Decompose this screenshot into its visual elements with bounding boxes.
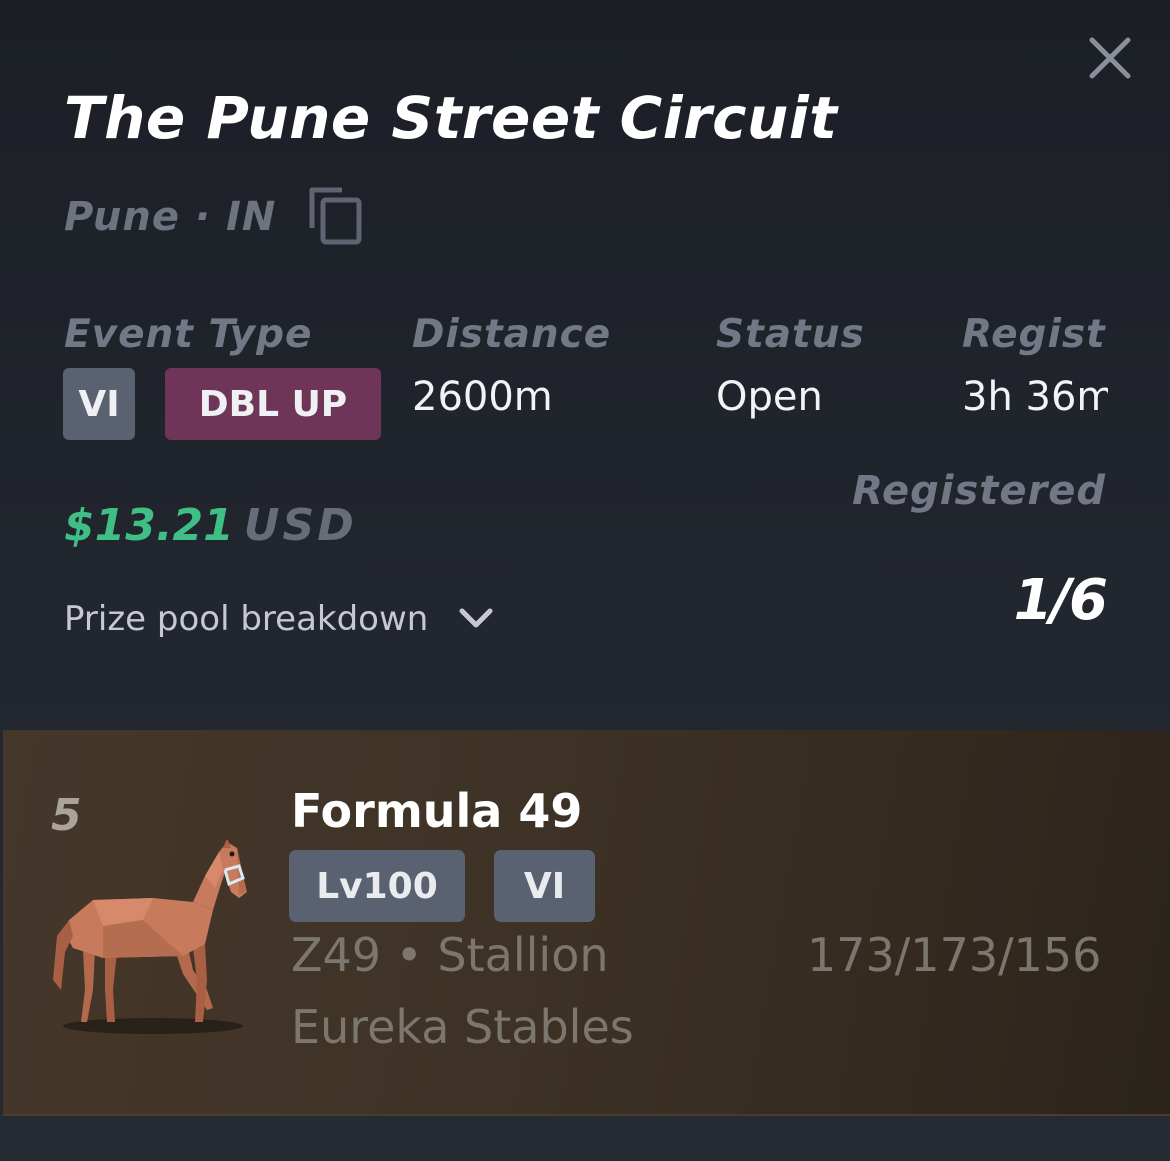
copy-icon [309, 187, 362, 245]
horse-stats: 173/173/156 [807, 928, 1102, 982]
distance-value: 2600m [412, 374, 553, 420]
registered-count: 1/6 [1013, 568, 1108, 633]
horse-image [53, 840, 247, 1034]
close-button[interactable] [1086, 34, 1134, 82]
event-location: Pune · IN [64, 194, 277, 240]
copy-button[interactable] [306, 184, 366, 246]
horse-entry-card[interactable]: 5 Formula 49 Lv100 VI Z49 • Stallion Eur… [3, 730, 1170, 1116]
horse-stable: Eureka Stables [291, 1000, 634, 1054]
status-label: Status [716, 312, 865, 357]
prize-amount: $13.21 [64, 500, 234, 551]
status-value: Open [716, 374, 823, 420]
gate-number: 5 [51, 790, 82, 841]
prize-pool: $13.21 USD [64, 500, 357, 551]
event-type-badge: DBL UP [165, 368, 381, 440]
distance-label: Distance [412, 312, 612, 357]
registered-label: Registered [852, 468, 1106, 514]
registration-time-value: 3h 36m [962, 374, 1108, 420]
event-type-label: Event Type [64, 312, 313, 357]
close-icon [1089, 37, 1131, 79]
event-detail-panel: The Pune Street Circuit Pune · IN Event … [0, 0, 1170, 1161]
prize-breakdown-label: Prize pool breakdown [64, 599, 429, 639]
prize-breakdown-toggle[interactable]: Prize pool breakdown [64, 596, 496, 642]
horse-name: Formula 49 [291, 784, 583, 838]
level-badge: Lv100 [289, 850, 465, 922]
registration-label: Regist [962, 312, 1106, 357]
chevron-down-icon [459, 608, 493, 628]
horse-class-badge: VI [494, 850, 595, 922]
event-title: The Pune Street Circuit [64, 84, 838, 152]
class-badge: VI [63, 368, 135, 440]
horse-meta: Z49 • Stallion [291, 928, 609, 982]
prize-currency: USD [243, 500, 357, 551]
